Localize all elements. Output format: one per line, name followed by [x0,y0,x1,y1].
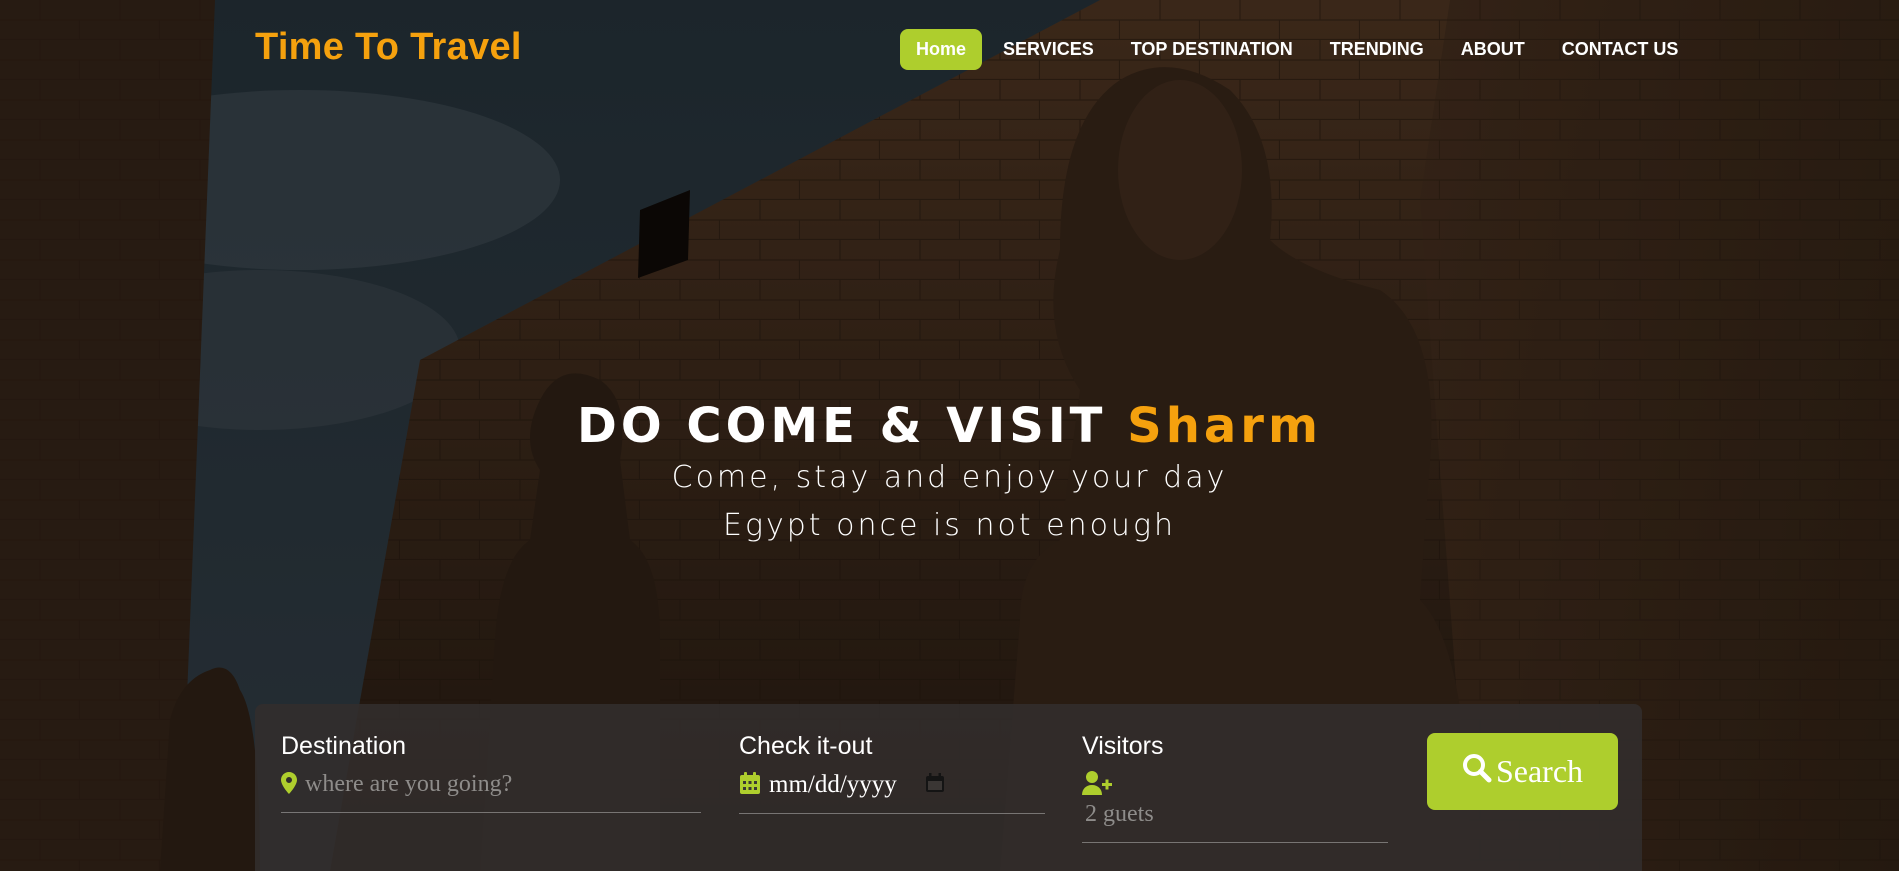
nav-contact-us[interactable]: CONTACT US [1546,29,1695,70]
nav-top-destination[interactable]: TOP DESTINATION [1115,29,1309,70]
nav-services[interactable]: SERVICES [987,29,1110,70]
hero-section: DO COME & VISIT Sharm Come, stay and enj… [0,398,1899,550]
checkout-field: Check it-out mm/dd/yyyy [739,732,1045,814]
main-nav: Home SERVICES TOP DESTINATION TRENDING A… [900,29,1699,70]
visitors-input[interactable]: 2 guets [1082,771,1388,843]
visitors-value: 2 guets [1085,801,1154,827]
nav-trending[interactable]: TRENDING [1314,29,1440,70]
hero-title-prefix: DO COME & VISIT [577,398,1128,454]
search-panel: Destination Check it-out mm/dd/yyyy Visi… [255,704,1642,871]
checkout-label: Check it-out [739,732,873,760]
nav-about[interactable]: ABOUT [1445,29,1541,70]
visitors-field: Visitors 2 guets [1082,732,1388,843]
site-logo[interactable]: Time To Travel [255,26,522,69]
search-icon [1462,753,1492,791]
destination-label: Destination [281,732,407,760]
hero-subtitle-line2: Egypt once is not enough [723,508,1176,543]
visitors-label: Visitors [1082,732,1164,760]
map-marker-icon [281,771,297,798]
destination-input[interactable] [305,771,685,798]
checkout-date-value: mm/dd/yyyy [769,771,897,798]
hero-subtitle-line1: Come, stay and enjoy your day [671,460,1228,495]
search-button[interactable]: Search [1427,733,1618,810]
hero-title-accent: Sharm [1127,398,1322,454]
date-picker-icon[interactable] [925,773,945,797]
hero-title: DO COME & VISIT Sharm [0,398,1899,454]
calendar-icon [739,771,761,799]
nav-home[interactable]: Home [900,29,983,70]
user-plus-icon [1082,771,1112,799]
search-button-label: Search [1495,753,1584,789]
destination-field: Destination [281,732,701,813]
checkout-date-input[interactable]: mm/dd/yyyy [739,771,1045,814]
